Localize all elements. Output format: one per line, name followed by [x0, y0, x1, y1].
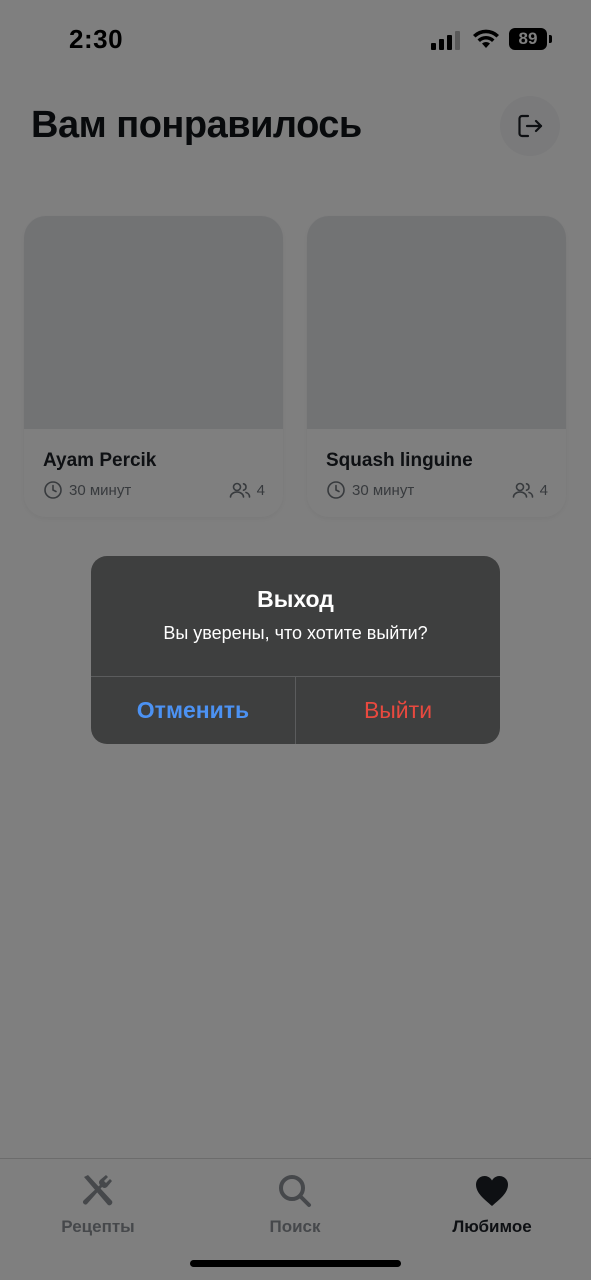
confirm-logout-button[interactable]: Выйти [296, 677, 500, 744]
logout-alert-dialog: Выход Вы уверены, что хотите выйти? Отме… [91, 556, 500, 744]
alert-title: Выход [257, 586, 334, 612]
alert-message: Вы уверены, что хотите выйти? [163, 623, 428, 643]
app-screen: 2:30 89 Вам понравилось Ayam Percik [0, 0, 591, 1280]
cancel-button[interactable]: Отменить [91, 677, 295, 744]
